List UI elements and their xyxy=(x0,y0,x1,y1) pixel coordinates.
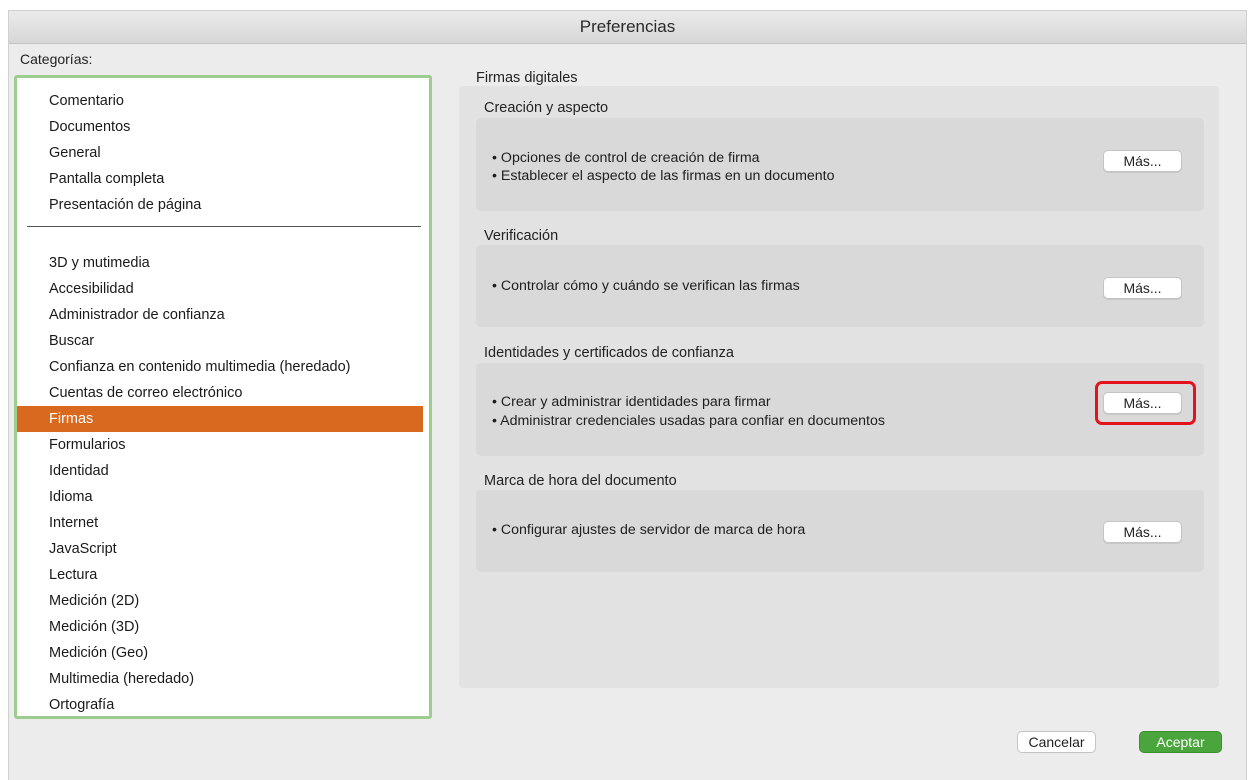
panel-title: Firmas digitales xyxy=(476,70,578,86)
section-title-verificacion: Verificación xyxy=(484,228,559,244)
section-line: • Crear y administrar identidades para f… xyxy=(492,394,771,410)
category-item-identidad[interactable]: Identidad xyxy=(17,458,423,484)
category-item-comentario[interactable]: Comentario xyxy=(17,88,423,114)
marca-hora-more-button[interactable]: Más... xyxy=(1103,521,1182,543)
category-item-documentos[interactable]: Documentos xyxy=(17,114,423,140)
category-item-buscar[interactable]: Buscar xyxy=(17,328,423,354)
cancel-button[interactable]: Cancelar xyxy=(1017,731,1096,753)
category-item-medicion-geo[interactable]: Medición (Geo) xyxy=(17,640,423,666)
category-item-presentacion-pagina[interactable]: Presentación de página xyxy=(17,192,423,218)
creacion-more-button[interactable]: Más... xyxy=(1103,150,1182,172)
category-item-ortografia[interactable]: Ortografía xyxy=(17,692,423,716)
category-item-pantalla-completa[interactable]: Pantalla completa xyxy=(17,166,423,192)
categories-label: Categorías: xyxy=(20,51,93,67)
category-item-accesibilidad[interactable]: Accesibilidad xyxy=(17,276,423,302)
section-line: • Administrar credenciales usadas para c… xyxy=(492,413,885,429)
category-item-administrador-confianza[interactable]: Administrador de confianza xyxy=(17,302,423,328)
section-line: • Controlar cómo y cuándo se verifican l… xyxy=(492,278,800,294)
category-item-firmas[interactable]: Firmas xyxy=(17,406,423,432)
section-line: • Opciones de control de creación de fir… xyxy=(492,150,760,166)
category-divider xyxy=(27,226,421,227)
section-title-marca-hora: Marca de hora del documento xyxy=(484,473,677,489)
category-item-lectura[interactable]: Lectura xyxy=(17,562,423,588)
category-item-cuentas-correo[interactable]: Cuentas de correo electrónico xyxy=(17,380,423,406)
category-item-multimedia-heredado[interactable]: Multimedia (heredado) xyxy=(17,666,423,692)
accept-button[interactable]: Aceptar xyxy=(1139,731,1222,753)
window-title: Preferencias xyxy=(9,11,1246,44)
section-line: • Establecer el aspecto de las firmas en… xyxy=(492,168,835,184)
category-item-general[interactable]: General xyxy=(17,140,423,166)
section-line: • Configurar ajustes de servidor de marc… xyxy=(492,522,806,538)
category-item-internet[interactable]: Internet xyxy=(17,510,423,536)
verificacion-more-button[interactable]: Más... xyxy=(1103,277,1182,299)
category-item-3d-mutimedia[interactable]: 3D y mutimedia xyxy=(17,250,423,276)
category-item-idioma[interactable]: Idioma xyxy=(17,484,423,510)
category-item-formularios[interactable]: Formularios xyxy=(17,432,423,458)
section-title-identidades: Identidades y certificados de confianza xyxy=(484,345,734,361)
category-item-confianza-multimedia[interactable]: Confianza en contenido multimedia (hered… xyxy=(17,354,423,380)
category-item-medicion-2d[interactable]: Medición (2D) xyxy=(17,588,423,614)
category-item-javascript[interactable]: JavaScript xyxy=(17,536,423,562)
identidades-more-button[interactable]: Más... xyxy=(1103,392,1182,414)
section-title-creacion: Creación y aspecto xyxy=(484,100,609,116)
categories-list: Comentario Documentos General Pantalla c… xyxy=(14,75,432,719)
category-item-medicion-3d[interactable]: Medición (3D) xyxy=(17,614,423,640)
